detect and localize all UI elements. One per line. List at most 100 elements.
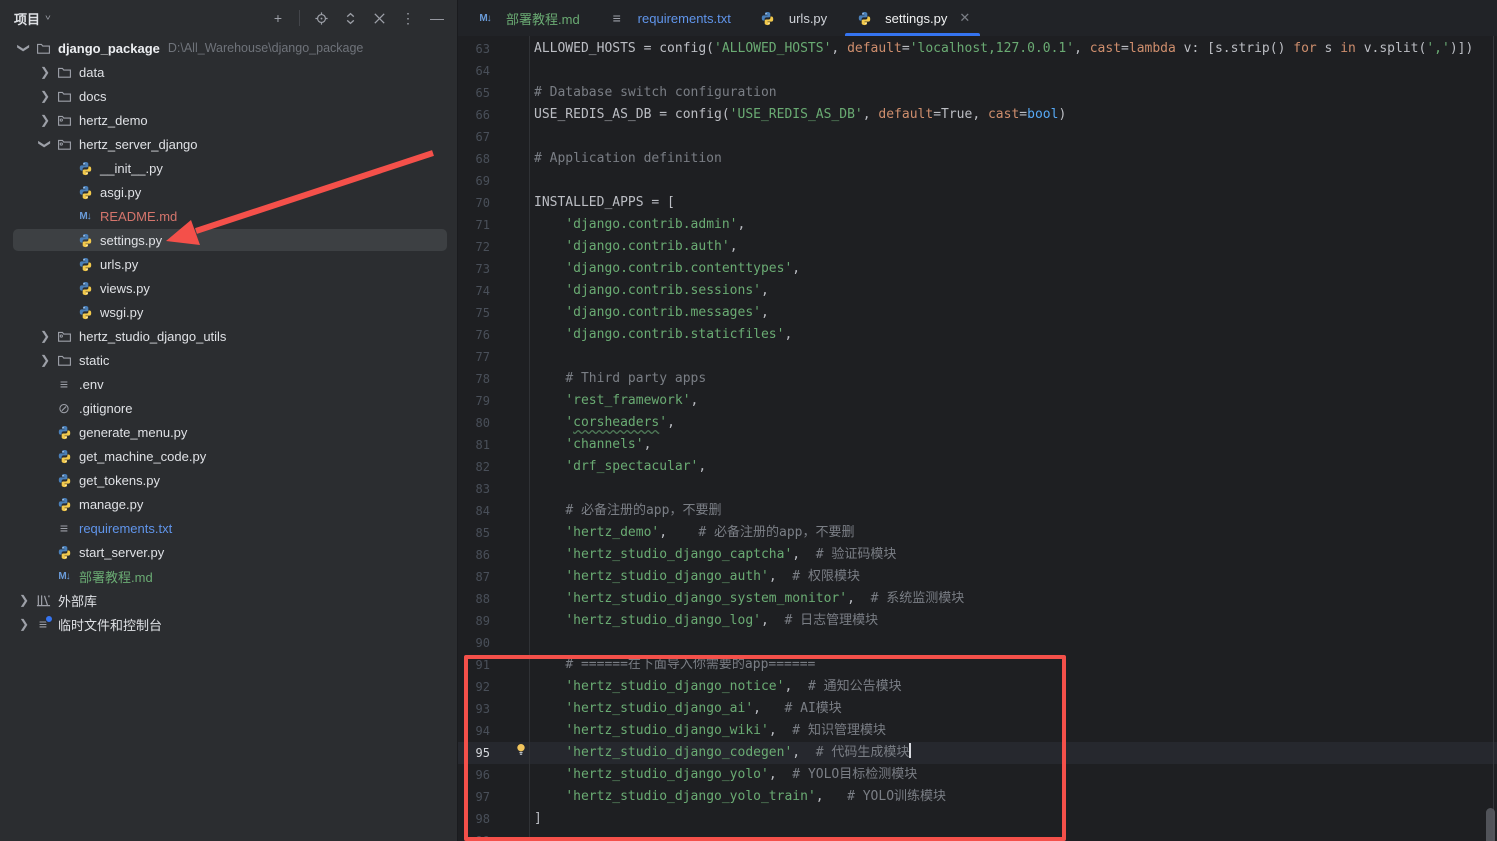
code-line[interactable]: 67 (458, 126, 1497, 148)
code-line[interactable]: 82 'drf_spectacular', (458, 456, 1497, 478)
code-line[interactable]: 87 'hertz_studio_django_auth', # 权限模块 (458, 566, 1497, 588)
code-line[interactable]: 64 (458, 60, 1497, 82)
tree-item-data[interactable]: ❯data (0, 60, 457, 84)
tree-item-requirements-txt[interactable]: ≡requirements.txt (0, 516, 457, 540)
locate-file-icon[interactable] (313, 10, 329, 26)
chevron-right-icon[interactable]: ❯ (35, 353, 55, 367)
code-text: 'hertz_studio_django_yolo', # YOLO目标检测模块 (534, 764, 1497, 786)
tree-item-readme-md[interactable]: M↓README.md (0, 204, 457, 228)
chevron-right-icon[interactable]: ❯ (35, 329, 55, 343)
tree-item-generate-menu-py[interactable]: generate_menu.py (0, 420, 457, 444)
tree-item-init-py[interactable]: __init__.py (0, 156, 457, 180)
code-line[interactable]: 91 # ======在下面导入你需要的app====== (458, 654, 1497, 676)
expand-all-icon[interactable] (342, 10, 358, 26)
chevron-right-icon[interactable]: ❯ (35, 113, 55, 127)
tree-item-get-tokens-py[interactable]: get_tokens.py (0, 468, 457, 492)
code-line[interactable]: 72 'django.contrib.auth', (458, 236, 1497, 258)
chevron-right-icon[interactable]: ❯ (35, 65, 55, 79)
code-line[interactable]: 74 'django.contrib.sessions', (458, 280, 1497, 302)
code-line[interactable]: 90 (458, 632, 1497, 654)
code-line[interactable]: 63ALLOWED_HOSTS = config('ALLOWED_HOSTS'… (458, 38, 1497, 60)
code-line[interactable]: 88 'hertz_studio_django_system_monitor',… (458, 588, 1497, 610)
tree-item-gitignore[interactable]: ⊘.gitignore (0, 396, 457, 420)
code-line[interactable]: 80 'corsheaders', (458, 412, 1497, 434)
chevron-right-icon[interactable]: ❯ (35, 89, 55, 103)
code-line[interactable]: 95 'hertz_studio_django_codegen', # 代码生成… (458, 742, 1497, 764)
tree-item-django-package[interactable]: ❯django_packageD:\All_Warehouse\django_p… (0, 36, 457, 60)
code-line[interactable]: 76 'django.contrib.staticfiles', (458, 324, 1497, 346)
gutter-separator (529, 36, 530, 841)
project-panel-title[interactable]: 项目 (14, 9, 40, 28)
code-text: 'django.contrib.messages', (534, 302, 1497, 324)
tree-item-urls-py[interactable]: urls.py (0, 252, 457, 276)
tree-item-scratches-consoles[interactable]: ❯≡临时文件和控制台 (0, 612, 457, 636)
code-line[interactable]: 89 'hertz_studio_django_log', # 日志管理模块 (458, 610, 1497, 632)
chevron-right-icon[interactable]: ❯ (14, 617, 34, 631)
code-line[interactable]: 85 'hertz_demo', # 必备注册的app，不要删 (458, 522, 1497, 544)
tab-urls-py[interactable]: urls.py (745, 0, 841, 36)
more-options-icon[interactable]: ⋮ (400, 10, 416, 26)
tree-item-views-py[interactable]: views.py (0, 276, 457, 300)
code-line[interactable]: 71 'django.contrib.admin', (458, 214, 1497, 236)
chevron-right-icon[interactable]: ❯ (14, 593, 34, 607)
code-line[interactable]: 97 'hertz_studio_django_yolo_train', # Y… (458, 786, 1497, 808)
code-line[interactable]: 73 'django.contrib.contenttypes', (458, 258, 1497, 280)
code-line[interactable]: 69 (458, 170, 1497, 192)
tab-requirements-txt[interactable]: ≡requirements.txt (594, 0, 745, 36)
tree-item-manage-py[interactable]: manage.py (0, 492, 457, 516)
code-line[interactable]: 77 (458, 346, 1497, 368)
close-icon[interactable]: ✕ (959, 10, 970, 26)
code-line[interactable]: 65# Database switch configuration (458, 82, 1497, 104)
code-text: 'hertz_studio_django_auth', # 权限模块 (534, 566, 1497, 588)
code-text: 'django.contrib.admin', (534, 214, 1497, 236)
tree-item-external-libraries[interactable]: ❯外部库 (0, 588, 457, 612)
line-number: 66 (458, 104, 490, 126)
tree-item-hertz-server-django[interactable]: ❯ hertz_server_django (0, 132, 457, 156)
collapse-all-icon[interactable] (371, 10, 387, 26)
toolbar-divider (299, 10, 300, 26)
lightbulb-icon[interactable] (514, 742, 528, 764)
tree-item-env[interactable]: ≡.env (0, 372, 457, 396)
code-line[interactable]: 78 # Third party apps (458, 368, 1497, 390)
code-line[interactable]: 68# Application definition (458, 148, 1497, 170)
tree-item-hertz-demo[interactable]: ❯hertz_demo (0, 108, 457, 132)
code-line[interactable]: 92 'hertz_studio_django_notice', # 通知公告模… (458, 676, 1497, 698)
tree-item-settings-py[interactable]: settings.py (0, 228, 457, 252)
code-line[interactable]: 93 'hertz_studio_django_ai', # AI模块 (458, 698, 1497, 720)
tab-deploy-tutorial-md[interactable]: M↓部署教程.md (462, 0, 594, 36)
code-line[interactable]: 66USE_REDIS_AS_DB = config('USE_REDIS_AS… (458, 104, 1497, 126)
chevron-down-icon[interactable]: ❯ (17, 38, 31, 58)
chevron-down-icon[interactable]: ❯ (38, 134, 52, 154)
tree-item-docs[interactable]: ❯docs (0, 84, 457, 108)
code-line[interactable]: 94 'hertz_studio_django_wiki', # 知识管理模块 (458, 720, 1497, 742)
tree-item-label: settings.py (100, 233, 162, 248)
line-number: 90 (458, 632, 490, 654)
code-line[interactable]: 99 (458, 830, 1497, 841)
code-line[interactable]: 84 # 必备注册的app，不要删 (458, 500, 1497, 522)
code-line[interactable]: 98] (458, 808, 1497, 830)
ide-window: 项目 ˅ +⋮— ❯django_packageD:\All_Warehouse… (0, 0, 1497, 841)
code-line[interactable]: 86 'hertz_studio_django_captcha', # 验证码模… (458, 544, 1497, 566)
code-line[interactable]: 75 'django.contrib.messages', (458, 302, 1497, 324)
code-line[interactable]: 83 (458, 478, 1497, 500)
package-icon (55, 112, 73, 128)
hide-panel-icon[interactable]: — (429, 10, 445, 26)
code-editor[interactable]: 63ALLOWED_HOSTS = config('ALLOWED_HOSTS'… (458, 36, 1497, 841)
code-line[interactable]: 96 'hertz_studio_django_yolo', # YOLO目标检… (458, 764, 1497, 786)
code-line[interactable]: 70INSTALLED_APPS = [ (458, 192, 1497, 214)
code-line[interactable]: 79 'rest_framework', (458, 390, 1497, 412)
tree-item-deploy-tutorial-md[interactable]: M↓部署教程.md (0, 564, 457, 588)
tree-item-get-machine-code-py[interactable]: get_machine_code.py (0, 444, 457, 468)
line-number: 72 (458, 236, 490, 258)
tree-item-wsgi-py[interactable]: wsgi.py (0, 300, 457, 324)
scrollbar-thumb[interactable] (1486, 808, 1495, 841)
code-line[interactable]: 81 'channels', (458, 434, 1497, 456)
scratch-icon: ≡ (34, 616, 52, 632)
tree-item-hertz-studio-django-utils[interactable]: ❯hertz_studio_django_utils (0, 324, 457, 348)
tree-item-label: hertz_server_django (79, 137, 198, 152)
add-icon[interactable]: + (270, 10, 286, 26)
tree-item-asgi-py[interactable]: asgi.py (0, 180, 457, 204)
tab-settings-py[interactable]: settings.py✕ (841, 0, 984, 36)
tree-item-static[interactable]: ❯static (0, 348, 457, 372)
tree-item-start-server-py[interactable]: start_server.py (0, 540, 457, 564)
